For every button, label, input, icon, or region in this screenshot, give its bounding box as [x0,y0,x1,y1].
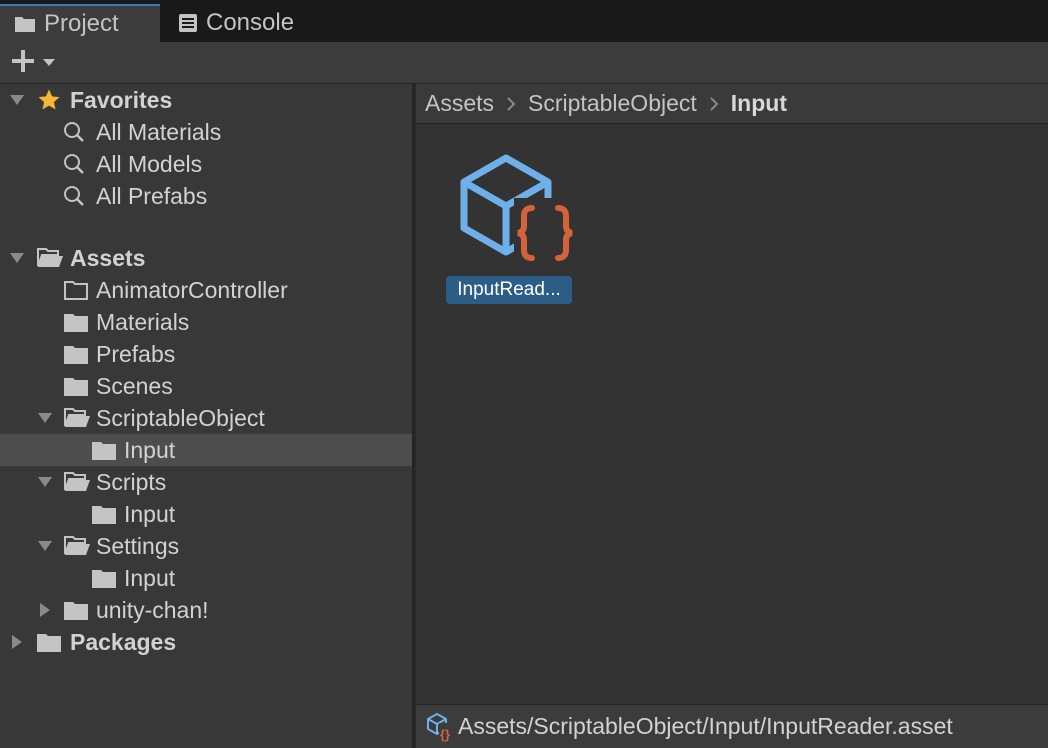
selected-asset-path: Assets/ScriptableObject/Input/InputReade… [458,713,953,739]
tree-item-label: Settings [96,532,180,559]
breadcrumb-input[interactable]: Input [731,90,787,117]
tree-item-label: unity-chan! [96,596,209,623]
project-toolbar [0,42,1048,84]
tree-item-unity-chan[interactable]: unity-chan! [0,594,412,626]
expanded-arrow-icon[interactable] [9,92,25,108]
folder-open-icon [62,406,92,430]
collapsed-arrow-icon[interactable] [37,602,53,618]
tree-item-label: Input [124,564,176,591]
asset-browser: Assets ScriptableObject Input InputRead.… [416,84,1048,748]
folder-icon [63,311,89,333]
asset-tile-label: InputRead... [446,276,572,304]
tree-item-label: Prefabs [96,340,176,367]
caret-down-icon [42,54,56,72]
folder-empty-icon [63,279,89,301]
expanded-arrow-icon[interactable] [9,250,25,266]
breadcrumb: Assets ScriptableObject Input [416,84,1048,124]
tree-item-settings-input[interactable]: Input [0,562,412,594]
tree-item-label: AnimatorController [96,276,288,303]
asset-tile-inputreader[interactable]: InputRead... [446,154,578,306]
tree-item-all-models[interactable]: All Models [0,148,412,180]
expanded-arrow-icon[interactable] [37,410,53,426]
tree-item-label: Scripts [96,468,167,495]
folder-open-icon [35,246,65,270]
tab-bar: Project Console [0,0,1048,42]
star-icon [36,87,62,113]
search-icon [62,184,86,208]
search-icon [62,152,86,176]
tab-project[interactable]: Project [0,4,160,42]
tree-item-scenes[interactable]: Scenes [0,370,412,402]
folder-icon [91,439,117,461]
tree-item-label: Packages [70,628,177,655]
breadcrumb-scriptableobject[interactable]: ScriptableObject [528,90,697,117]
status-bar: {} Assets/ScriptableObject/Input/InputRe… [416,704,1048,748]
tree-item-materials[interactable]: Materials [0,306,412,338]
tree-item-assets[interactable]: Assets [0,242,412,274]
scriptable-object-icon [460,154,578,270]
tree-item-label: ScriptableObject [96,404,265,431]
tree-item-favorites[interactable]: Favorites [0,84,412,116]
tree-item-label: All Prefabs [96,182,208,209]
tree-item-animatorcontroller[interactable]: AnimatorController [0,274,412,306]
tree-item-scriptableobject-input[interactable]: Input [0,434,412,466]
tree-item-settings[interactable]: Settings [0,530,412,562]
folder-icon [63,343,89,365]
chevron-right-icon [506,96,516,112]
search-icon [62,120,86,144]
tree-item-label: Input [124,436,176,463]
expanded-arrow-icon[interactable] [37,474,53,490]
console-icon [178,13,198,33]
folder-icon [36,631,62,653]
tree-item-scriptableobject[interactable]: ScriptableObject [0,402,412,434]
folder-open-icon [62,534,92,558]
folder-icon [91,567,117,589]
svg-text:{}: {} [440,727,450,742]
folder-icon [63,375,89,397]
scriptable-object-icon: {} [426,712,456,742]
folder-tree: Favorites All Materials All Models All P… [0,84,414,748]
tree-item-label: All Models [96,150,203,177]
tree-item-label: Materials [96,308,190,335]
tree-item-all-prefabs[interactable]: All Prefabs [0,180,412,212]
folder-open-icon [62,470,92,494]
tree-item-scripts[interactable]: Scripts [0,466,412,498]
tree-item-scripts-input[interactable]: Input [0,498,412,530]
create-button[interactable] [10,48,66,78]
tab-label: Project [44,10,119,37]
tree-item-all-materials[interactable]: All Materials [0,116,412,148]
expanded-arrow-icon[interactable] [37,538,53,554]
breadcrumb-assets[interactable]: Assets [425,90,494,117]
tree-item-prefabs[interactable]: Prefabs [0,338,412,370]
tree-item-label: Assets [70,244,146,271]
collapsed-arrow-icon[interactable] [9,634,25,650]
folder-icon [63,599,89,621]
tree-item-label: All Materials [96,118,222,145]
tree-item-label: Favorites [70,86,173,113]
tab-console[interactable]: Console [178,4,338,42]
chevron-right-icon [709,96,719,112]
folder-icon [91,503,117,525]
tree-item-label: Input [124,500,176,527]
tree-item-label: Scenes [96,372,173,399]
tree-item-packages[interactable]: Packages [0,626,412,658]
folder-icon [14,15,36,33]
plus-icon [10,48,36,79]
tab-label: Console [206,9,295,36]
